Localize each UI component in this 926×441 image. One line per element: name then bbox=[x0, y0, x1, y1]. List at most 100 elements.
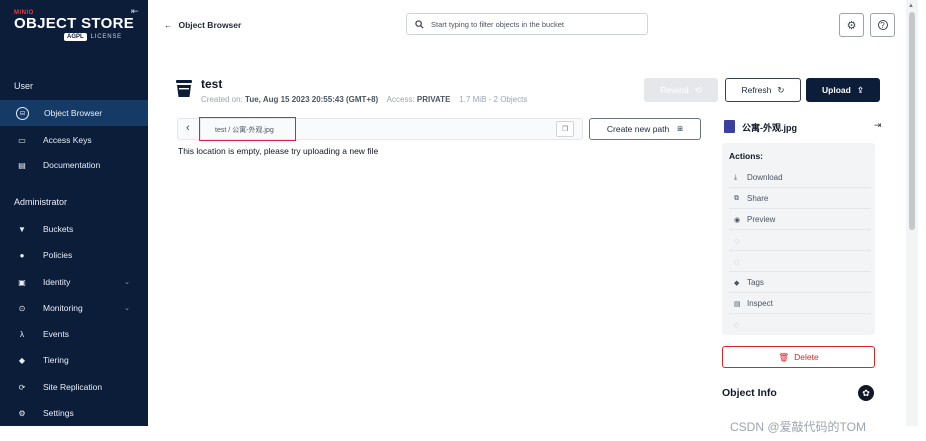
download-icon: ⤓ bbox=[734, 173, 738, 181]
sidebar: MINIO OBJECT STORE AGPL LICENSE ⇤ User ⊟… bbox=[0, 0, 148, 426]
bucket-usage: 1.7 MiB - 2 Objects bbox=[459, 95, 528, 104]
upload-icon: ⇪ bbox=[856, 84, 864, 95]
search-input[interactable] bbox=[431, 19, 641, 29]
scroll-thumb[interactable] bbox=[909, 12, 915, 230]
trash-icon: 🗑 bbox=[778, 351, 790, 362]
versions-icon: ◇ bbox=[734, 322, 740, 329]
help-button[interactable]: ? bbox=[870, 13, 895, 37]
preview-icon: ◉ bbox=[734, 216, 741, 224]
new-path-icon: ⊞ bbox=[677, 126, 684, 133]
create-new-path-label: Create new path bbox=[606, 124, 670, 134]
object-info-icon: ✿ bbox=[858, 385, 874, 401]
action-share[interactable]: ⧉ Share bbox=[729, 189, 871, 209]
file-icon bbox=[724, 120, 735, 133]
refresh-button[interactable]: Refresh ↻ bbox=[725, 78, 801, 102]
sidebar-item-object-browser[interactable]: ⊟ Object Browser bbox=[0, 100, 148, 126]
settings-icon: ⚙ bbox=[18, 408, 26, 418]
sidebar-item-label: Access Keys bbox=[43, 135, 92, 145]
sidebar-item-events[interactable]: λ Events bbox=[0, 321, 148, 347]
sidebar-item-identity[interactable]: ▣ Identity ⌄ bbox=[0, 269, 148, 295]
panel-collapse-icon[interactable]: ⇥ bbox=[874, 120, 882, 131]
sidebar-item-label: Identity bbox=[43, 277, 71, 287]
legal-hold-icon: ◇ bbox=[734, 237, 740, 245]
object-info-title: Object Info bbox=[722, 387, 777, 399]
back-to-object-browser-link[interactable]: ← Object Browser bbox=[164, 20, 241, 30]
site-replication-icon: ⟳ bbox=[18, 382, 26, 392]
created-label: Created on: bbox=[201, 95, 243, 104]
copy-icon: ❐ bbox=[561, 126, 569, 133]
buckets-icon: ▼ bbox=[18, 224, 26, 234]
scroll-up-icon[interactable]: ▲ bbox=[908, 3, 914, 9]
sidebar-item-site-replication[interactable]: ⟳ Site Replication bbox=[0, 374, 148, 400]
path-highlight-box bbox=[199, 117, 296, 141]
chevron-left-icon[interactable]: ‹ bbox=[186, 122, 190, 134]
chevron-down-icon: ⌄ bbox=[124, 279, 130, 286]
delete-button[interactable]: 🗑 Delete bbox=[722, 346, 875, 368]
actions-title: Actions: bbox=[729, 151, 763, 161]
action-tags[interactable]: ◆ Tags bbox=[729, 273, 871, 293]
refresh-label: Refresh bbox=[741, 85, 772, 95]
settings-button[interactable]: ⚙ bbox=[839, 13, 864, 37]
action-label: Tags bbox=[747, 278, 764, 287]
action-preview[interactable]: ◉ Preview bbox=[729, 210, 871, 230]
action-versions: ◇ bbox=[729, 315, 871, 335]
bucket-name: test bbox=[201, 77, 223, 91]
section-title-user: User bbox=[14, 81, 34, 91]
sidebar-item-label: Policies bbox=[43, 250, 73, 260]
copy-path-button[interactable]: ❐ bbox=[556, 121, 574, 137]
sidebar-item-label: Tiering bbox=[43, 355, 69, 365]
bucket-icon bbox=[176, 80, 192, 97]
action-download[interactable]: ⤓ Download bbox=[729, 168, 871, 188]
sidebar-item-documentation[interactable]: ▤ Documentation bbox=[0, 152, 148, 178]
tiering-icon: ◆ bbox=[18, 355, 26, 365]
action-label: Download bbox=[747, 173, 783, 182]
logo-license: AGPL LICENSE bbox=[64, 33, 134, 41]
search-icon bbox=[415, 19, 424, 29]
share-icon: ⧉ bbox=[734, 194, 739, 202]
sidebar-item-label: Monitoring bbox=[43, 303, 83, 313]
object-browser-icon: ⊟ bbox=[16, 106, 29, 120]
scrollbar[interactable]: ▲ bbox=[906, 0, 918, 426]
action-label: Preview bbox=[747, 215, 776, 224]
rewind-label: Rewind bbox=[660, 85, 689, 95]
empty-location-message: This location is empty, please try uploa… bbox=[178, 146, 379, 156]
sidebar-item-buckets[interactable]: ▼ Buckets bbox=[0, 216, 148, 242]
sidebar-item-policies[interactable]: ● Policies bbox=[0, 242, 148, 268]
arrow-left-icon: ← bbox=[164, 20, 173, 30]
sidebar-item-access-keys[interactable]: ▭ Access Keys bbox=[0, 127, 148, 153]
monitoring-icon: ⊙ bbox=[18, 303, 26, 313]
sidebar-item-label: Documentation bbox=[43, 160, 101, 170]
sidebar-item-label: Site Replication bbox=[43, 382, 103, 392]
events-icon: λ bbox=[20, 329, 24, 339]
retention-icon: ◇ bbox=[734, 258, 740, 266]
rewind-icon: ⟲ bbox=[694, 84, 702, 95]
access-keys-icon: ▭ bbox=[18, 135, 26, 145]
action-inspect[interactable]: ▤ Inspect bbox=[729, 294, 871, 314]
sidebar-item-tiering[interactable]: ◆ Tiering bbox=[0, 347, 148, 373]
rewind-button[interactable]: Rewind ⟲ bbox=[644, 78, 718, 102]
gear-icon: ⚙ bbox=[846, 19, 857, 32]
inspect-icon: ▤ bbox=[734, 300, 741, 308]
minio-logo[interactable]: MINIO OBJECT STORE AGPL LICENSE bbox=[14, 10, 134, 41]
documentation-icon: ▤ bbox=[18, 160, 26, 170]
sidebar-collapse-icon[interactable]: ⇤ bbox=[131, 6, 139, 17]
action-legal-hold: ◇ bbox=[729, 231, 871, 251]
logo-title: OBJECT STORE bbox=[14, 15, 135, 32]
action-label: Share bbox=[747, 194, 769, 203]
delete-label: Delete bbox=[794, 352, 819, 362]
create-new-path-button[interactable]: Create new path ⊞ bbox=[589, 118, 701, 140]
csdn-watermark: CSDN @爱敲代码的TOM bbox=[730, 420, 866, 434]
sidebar-item-settings[interactable]: ⚙ Settings bbox=[0, 400, 148, 426]
upload-button[interactable]: Upload ⇪ bbox=[806, 78, 880, 102]
chevron-down-icon: ⌄ bbox=[124, 305, 130, 312]
sidebar-item-monitoring[interactable]: ⊙ Monitoring ⌄ bbox=[0, 295, 148, 321]
action-retention: ◇ bbox=[729, 252, 871, 272]
help-icon: ? bbox=[877, 20, 888, 30]
agpl-badge: AGPL bbox=[64, 33, 87, 41]
tags-icon: ◆ bbox=[734, 279, 740, 287]
sidebar-item-label: Events bbox=[43, 329, 69, 339]
access-value: PRIVATE bbox=[416, 95, 451, 104]
search-box[interactable] bbox=[406, 13, 648, 35]
action-label: Inspect bbox=[747, 299, 773, 308]
identity-icon: ▣ bbox=[18, 277, 26, 287]
